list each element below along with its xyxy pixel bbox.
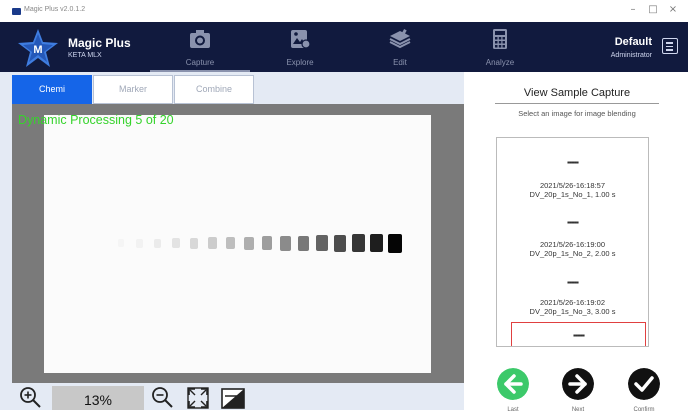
confirm-button-label: Confirm xyxy=(633,407,655,413)
last-button-label: Last xyxy=(507,407,519,413)
window-title: Magic Plus v2.0.1.2 xyxy=(24,6,86,13)
blot-band xyxy=(280,235,291,251)
blot-band xyxy=(154,238,161,248)
zoom-level: 13% xyxy=(52,386,144,410)
maximize-button[interactable]: □ xyxy=(646,4,660,15)
thumbnail-preview[interactable]: ▪▪▪▪▪▪ xyxy=(497,158,648,167)
close-button[interactable]: × xyxy=(666,4,680,15)
mode-tab-marker[interactable]: Marker xyxy=(93,75,173,104)
tab-edit[interactable]: Edit xyxy=(350,22,450,72)
thumbnail-name: DV_20p_1s_No_3, 3.00 s xyxy=(529,307,616,316)
panel-divider xyxy=(495,103,659,104)
layers-icon xyxy=(389,29,411,49)
tab-edit-label: Edit xyxy=(393,58,407,67)
thumbnail-preview[interactable]: ▪▪▪▪▪▪ xyxy=(497,218,648,227)
blot-band xyxy=(226,237,235,249)
blot-band xyxy=(352,234,365,252)
minimize-button[interactable]: – xyxy=(626,4,640,15)
contrast-adjust-icon[interactable] xyxy=(220,386,246,410)
thumbnail-preview: ▪▪▪▪▪▪ xyxy=(572,331,585,340)
arrow-left-icon xyxy=(497,368,529,400)
blot-band xyxy=(298,235,309,251)
menu-icon[interactable] xyxy=(662,38,678,54)
magic-star-logo-icon: M xyxy=(18,29,58,67)
zoom-out-icon[interactable] xyxy=(150,385,176,409)
blot-band xyxy=(190,237,198,249)
blot-band xyxy=(208,237,217,249)
user-name[interactable]: Default xyxy=(615,36,652,48)
processing-status: Dynamic Processing 5 of 20 xyxy=(18,113,174,127)
blot-band xyxy=(262,236,272,250)
tab-analyze-label: Analyze xyxy=(485,58,515,67)
brand-subtitle: KETA MLX xyxy=(68,52,102,59)
tab-explore[interactable]: Explore xyxy=(250,22,350,72)
arrow-right-icon xyxy=(562,368,594,400)
blot-band xyxy=(118,239,124,247)
image-icon xyxy=(291,30,311,49)
tab-explore-label: Explore xyxy=(286,58,314,67)
blot-band xyxy=(316,235,328,251)
tab-capture[interactable]: Capture xyxy=(150,22,250,72)
brand-name: Magic Plus xyxy=(68,36,131,50)
confirm-button[interactable]: Confirm xyxy=(627,368,661,413)
tab-capture-label: Capture xyxy=(185,58,215,67)
tab-analyze[interactable]: Analyze xyxy=(450,22,550,72)
logo-letter: M xyxy=(33,44,42,56)
camera-icon xyxy=(190,30,210,48)
user-role: Administrator xyxy=(610,52,652,59)
calculator-icon xyxy=(493,29,507,49)
window-titlebar: Magic Plus v2.0.1.2 – □ × xyxy=(0,0,688,22)
mode-tab-chemi[interactable]: Chemi xyxy=(12,75,92,104)
thumbnail-name: DV_20p_1s_No_2, 2.00 s xyxy=(529,249,616,258)
app-header: M Magic Plus KETA MLX Capture Explore Ed… xyxy=(0,22,688,72)
zoom-in-icon[interactable] xyxy=(18,385,44,409)
panel-subtitle: Select an image for image blending xyxy=(518,109,636,118)
blot-band xyxy=(370,234,383,252)
capture-thumbnail-list[interactable]: ▪▪▪▪▪▪ 2021/5/26-16:18:57 DV_20p_1s_No_1… xyxy=(496,137,649,347)
checkmark-icon xyxy=(628,368,660,400)
panel-title: View Sample Capture xyxy=(523,87,631,99)
thumbnail-name: DV_20p_1s_No_1, 1.00 s xyxy=(529,190,616,199)
next-button-label: Next xyxy=(571,407,585,413)
blot-band xyxy=(172,238,180,248)
blot-band xyxy=(334,234,346,252)
blot-band xyxy=(388,233,402,253)
app-icon xyxy=(12,8,21,15)
blot-band xyxy=(136,238,143,248)
last-button[interactable]: Last xyxy=(496,368,530,413)
thumbnail-preview[interactable]: ▪▪▪▪▪▪ xyxy=(497,278,648,287)
blot-band xyxy=(244,236,254,250)
fit-to-screen-icon[interactable] xyxy=(186,386,210,410)
selected-thumbnail[interactable]: ▪▪▪▪▪▪ xyxy=(511,322,646,346)
next-button[interactable]: Next xyxy=(561,368,595,413)
mode-tab-combine[interactable]: Combine xyxy=(174,75,254,104)
